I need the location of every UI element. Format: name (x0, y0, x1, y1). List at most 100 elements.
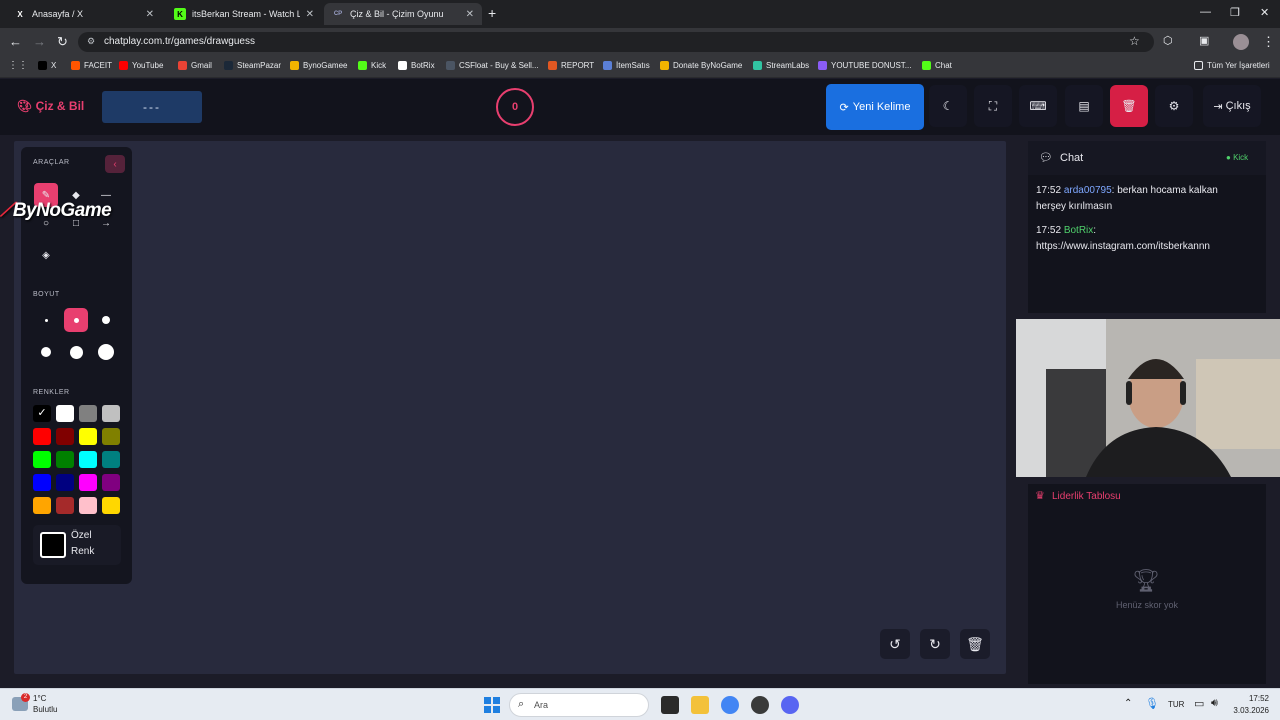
fill-tool[interactable]: ◈ (34, 243, 58, 267)
color-swatch[interactable] (79, 428, 97, 445)
extensions-icon[interactable]: ⬡ (1163, 34, 1173, 47)
windows-start-icon[interactable] (484, 697, 500, 713)
color-swatch[interactable] (56, 428, 74, 445)
taskbar-search-input[interactable]: ⌕ Ara (509, 693, 649, 717)
new-tab-icon[interactable]: + (488, 5, 496, 21)
refresh-icon: ⟳ (839, 101, 849, 114)
bookmark-kick[interactable]: Kick (358, 61, 386, 70)
network-icon[interactable]: ▭ (1194, 697, 1204, 710)
size-1[interactable] (34, 308, 58, 332)
trophy-icon: 🏆︎ (1132, 568, 1160, 593)
profile-avatar[interactable] (1233, 34, 1249, 50)
color-swatch[interactable] (33, 474, 51, 491)
color-swatch[interactable] (56, 474, 74, 491)
bookmark-botrix[interactable]: BotRix (398, 61, 435, 70)
microphone-icon[interactable]: 🎙︎ (1145, 697, 1159, 710)
bookmark-steampazar[interactable]: SteamPazar (224, 61, 281, 70)
color-swatch[interactable] (56, 497, 74, 514)
custom-color-button[interactable]: Özel Renk (33, 525, 121, 565)
bookmark-faceit[interactable]: FACEIT (71, 61, 112, 70)
color-swatch[interactable]: ✓ (33, 405, 51, 422)
browser-tab-bar: X Anasayfa / X ✕ K itsBerkan Stream - Wa… (0, 0, 1280, 28)
restore-icon[interactable]: ❐ (1230, 6, 1240, 19)
discord-icon[interactable] (781, 696, 799, 714)
size-2[interactable] (64, 308, 88, 332)
settings-button[interactable]: ⚙ (1155, 85, 1193, 127)
chevron-up-icon[interactable]: ⌃ (1124, 698, 1132, 709)
bookmark-bynogamee[interactable]: BynoGamee (290, 61, 347, 70)
file-explorer-icon[interactable] (691, 696, 709, 714)
url-input[interactable]: ⚙ chatplay.com.tr/games/drawguess ☆ (78, 32, 1154, 52)
keyboard-icon: ⌨ (1029, 99, 1047, 113)
bookmark-report[interactable]: REPORT (548, 61, 594, 70)
drawing-canvas[interactable] (14, 141, 1006, 674)
forward-icon[interactable]: → (33, 34, 46, 49)
close-window-icon[interactable]: ✕ (1260, 6, 1269, 19)
close-tab-icon[interactable]: ✕ (466, 9, 474, 20)
clock-date[interactable]: 3.03.2026 (1229, 706, 1269, 715)
color-swatch[interactable] (102, 451, 120, 468)
color-swatch[interactable] (56, 451, 74, 468)
undo-button[interactable]: ↺ (880, 629, 910, 659)
bookmark-youtube[interactable]: YouTube (119, 61, 163, 70)
bookmark-csfloat[interactable]: CSFloat - Buy & Sell... (446, 61, 539, 70)
bookmark-x[interactable]: X (38, 61, 56, 70)
color-swatch[interactable] (56, 405, 74, 422)
clear-all-button[interactable]: 🗑︎ (1110, 85, 1148, 127)
all-bookmarks[interactable]: Tüm Yer İşaretleri (1194, 61, 1270, 70)
bookmark-chat[interactable]: Chat (922, 61, 952, 70)
obs-icon[interactable] (751, 696, 769, 714)
bookmark-donate-bynogame[interactable]: Donate ByNoGame (660, 61, 742, 70)
reload-icon[interactable]: ↻ (57, 34, 68, 50)
color-swatch[interactable] (102, 405, 120, 422)
delete-button[interactable]: 🗑︎ (960, 629, 990, 659)
keyboard-button[interactable]: ⌨ (1019, 85, 1057, 127)
apps-grid-icon[interactable]: ⋮⋮ (8, 60, 28, 71)
collapse-panel-button[interactable]: ‹ (105, 155, 125, 173)
tab-x-home[interactable]: X Anasayfa / X ✕ (6, 3, 162, 25)
menu-icon[interactable]: ⋮ (1262, 34, 1275, 50)
speaker-icon[interactable]: 🔊︎ (1211, 697, 1218, 710)
bookmark-youtube-donust[interactable]: YOUTUBE DONUST... (818, 61, 911, 70)
itemsatis-icon (603, 61, 612, 70)
color-swatch[interactable] (33, 451, 51, 468)
bookmark-star-icon[interactable]: ☆ (1129, 34, 1140, 48)
color-swatch[interactable] (79, 497, 97, 514)
tab-kick-stream[interactable]: K itsBerkan Stream - Watch Live o ✕ (166, 3, 322, 25)
minimize-icon[interactable]: — (1200, 6, 1211, 18)
size-3[interactable] (94, 308, 118, 332)
fullscreen-button[interactable]: ⛶ (974, 85, 1012, 127)
bookmark-itemsatis[interactable]: İtemSatıs (603, 61, 650, 70)
color-swatch[interactable] (79, 451, 97, 468)
color-swatch[interactable] (102, 428, 120, 445)
size-4[interactable] (34, 340, 58, 364)
chrome-icon[interactable] (721, 696, 739, 714)
bookmark-gmail[interactable]: Gmail (178, 61, 212, 70)
redo-button[interactable]: ↻ (920, 629, 950, 659)
size-6[interactable] (94, 340, 118, 364)
archive-button[interactable]: ▤ (1065, 85, 1103, 127)
site-info-icon[interactable]: ⚙ (87, 36, 95, 47)
color-swatch[interactable] (33, 497, 51, 514)
language-indicator[interactable]: TUR (1168, 700, 1184, 709)
color-swatch[interactable] (79, 405, 97, 422)
color-swatch[interactable] (102, 474, 120, 491)
back-icon[interactable]: ← (9, 34, 22, 49)
close-tab-icon[interactable]: ✕ (306, 9, 314, 20)
tools-title: ARAÇLAR (33, 159, 70, 166)
tab-draw-guess[interactable]: CP Çiz & Bil - Çizim Oyunu ✕ (324, 3, 482, 25)
color-swatch[interactable] (102, 497, 120, 514)
close-tab-icon[interactable]: ✕ (146, 9, 154, 20)
theme-toggle-button[interactable]: ☾ (929, 85, 967, 127)
new-word-button[interactable]: ⟳ Yeni Kelime (826, 84, 924, 130)
tab-title: Çiz & Bil - Çizim Oyunu (350, 9, 444, 19)
color-swatch[interactable] (33, 428, 51, 445)
bookmark-streamlabs[interactable]: StreamLabs (753, 61, 809, 70)
clock-time[interactable]: 17:52 (1233, 694, 1269, 703)
size-5[interactable] (64, 340, 88, 364)
side-panel-icon[interactable]: ▣ (1199, 34, 1209, 47)
bookmarks-bar: ⋮⋮ X FACEIT YouTube Gmail SteamPazar Byn… (0, 56, 1280, 78)
exit-button[interactable]: ⇥ Çıkış (1203, 85, 1261, 127)
color-swatch[interactable] (79, 474, 97, 491)
task-view-icon[interactable] (661, 696, 679, 714)
